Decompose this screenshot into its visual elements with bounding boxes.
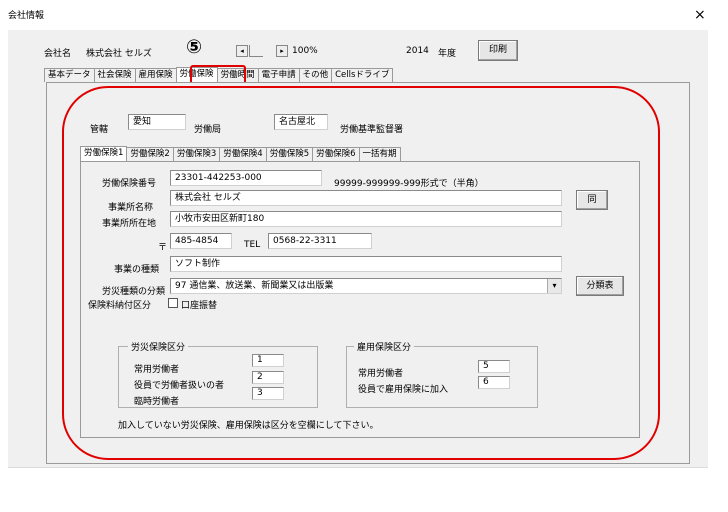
zoom-level: 100% [292, 46, 318, 56]
tab-basic-data[interactable]: 基本データ [44, 68, 95, 82]
company-name: 株式会社 セルズ [86, 49, 152, 59]
annotation-highlight [62, 86, 660, 460]
year-label: 年度 [438, 49, 457, 59]
tab-employment-insurance[interactable]: 雇用保険 [134, 68, 177, 82]
print-button[interactable]: 印刷 [478, 40, 518, 61]
tab-e-application[interactable]: 電子申請 [257, 68, 300, 82]
close-icon[interactable]: × [694, 8, 706, 22]
fiscal-year: 2014 [406, 46, 429, 56]
annotation-number: ⑤ [186, 36, 203, 58]
tab-cells-drive[interactable]: Cellsドライブ [331, 68, 394, 82]
window-title: 会社情報 [8, 11, 45, 21]
tab-social-insurance[interactable]: 社会保険 [93, 68, 136, 82]
scroll-track[interactable] [249, 45, 263, 57]
window: 会社情報 × 会社名 株式会社 セルズ ⑤ ◂ ▸ 100% 2014 年度 印… [0, 0, 728, 512]
title-bar: 会社情報 × [0, 0, 728, 30]
tab-other[interactable]: その他 [298, 68, 333, 82]
company-label: 会社名 [44, 49, 72, 59]
scroll-left-icon[interactable]: ◂ [236, 45, 248, 57]
scroll-right-icon[interactable]: ▸ [276, 45, 288, 57]
